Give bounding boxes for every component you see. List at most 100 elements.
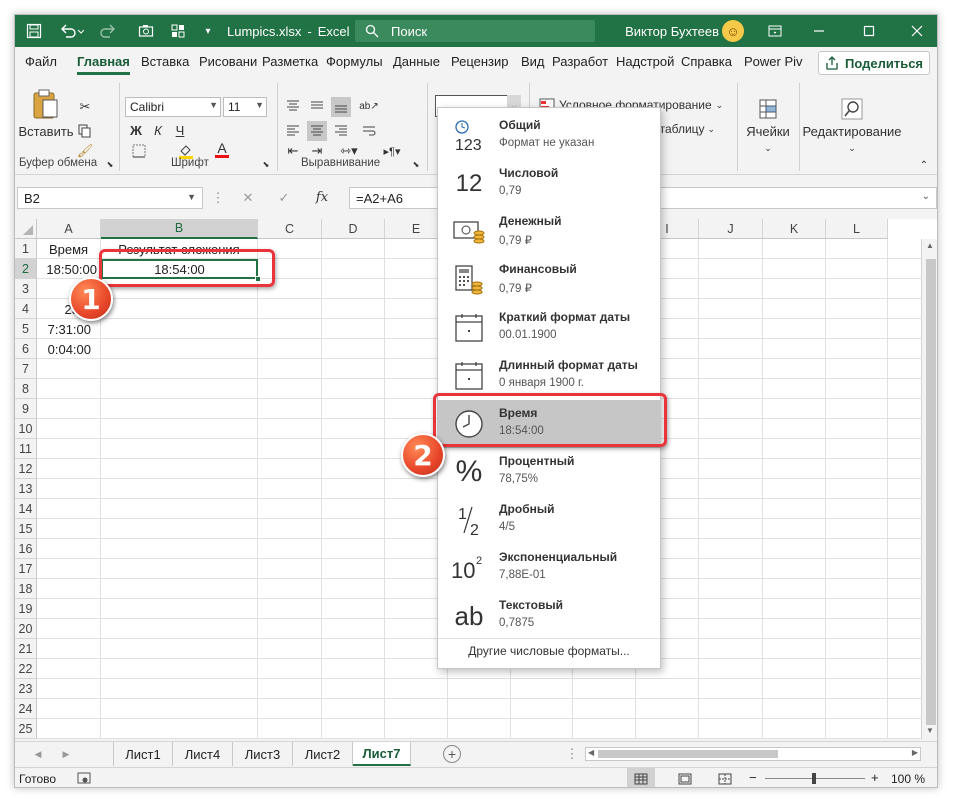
row-header-20[interactable]: 20 [15, 619, 37, 639]
format-as-table-button[interactable]: к таблицу ⌄ [651, 119, 727, 139]
name-box[interactable]: B2 ▼ [17, 187, 203, 209]
underline-button[interactable]: Ч [171, 121, 189, 139]
tab-file[interactable]: Файл [25, 54, 57, 69]
font-launcher-icon[interactable]: ⬊ [261, 159, 271, 169]
sheet-tab-2[interactable]: Лист2 [293, 742, 353, 766]
scroll-down-icon[interactable]: ▼ [926, 726, 934, 735]
scroll-left-icon[interactable]: ◀ [588, 748, 594, 757]
cell-a2[interactable]: 18:50:00 [37, 259, 100, 279]
zoom-out-icon[interactable]: − [749, 770, 757, 785]
camera-icon[interactable] [135, 15, 157, 47]
scroll-up-icon[interactable]: ▲ [926, 241, 934, 250]
scroll-right-icon[interactable]: ▶ [912, 748, 918, 757]
tab-draw[interactable]: Рисовани [199, 54, 257, 69]
paste-button[interactable]: Вставить [18, 83, 74, 143]
align-middle-icon[interactable] [307, 97, 327, 115]
clipboard-launcher-icon[interactable]: ⬊ [105, 159, 115, 169]
cell-a6[interactable]: 0:04:00 [37, 339, 100, 359]
format-option-fraction[interactable]: 12 Дробный 4/5 [438, 496, 660, 544]
align-top-icon[interactable] [283, 97, 303, 115]
format-option-percent[interactable]: % Процентный 78,75% [438, 448, 660, 496]
page-break-icon[interactable] [711, 768, 739, 787]
tab-power-pivot[interactable]: Power Piv [744, 54, 803, 69]
zoom-in-icon[interactable]: + [871, 770, 879, 785]
row-header-15[interactable]: 15 [15, 519, 37, 539]
cut-icon[interactable]: ✂ [75, 97, 95, 117]
cell-a1[interactable]: Время [37, 239, 100, 259]
undo-icon[interactable] [55, 15, 89, 47]
font-color-icon[interactable]: A [211, 141, 233, 159]
collapse-ribbon-icon[interactable]: ⌃ [917, 159, 931, 171]
row-header-13[interactable]: 13 [15, 479, 37, 499]
user-name[interactable]: Виктор Бухтеев [615, 15, 719, 47]
macro-record-icon[interactable] [77, 771, 91, 787]
maximize-icon[interactable] [855, 15, 883, 47]
format-option-accounting[interactable]: Финансовый 0,79 ₽ [438, 256, 660, 304]
row-header-7[interactable]: 7 [15, 359, 37, 379]
add-sheet-icon[interactable]: + [443, 745, 461, 763]
align-right-icon[interactable] [331, 121, 351, 141]
tab-home[interactable]: Главная [77, 54, 130, 75]
row-header-11[interactable]: 11 [15, 439, 37, 459]
row-header-21[interactable]: 21 [15, 639, 37, 659]
format-option-general[interactable]: 123 Общий Формат не указан [438, 112, 660, 160]
minimize-icon[interactable] [805, 15, 833, 47]
vertical-scrollbar[interactable]: ▲ ▼ [921, 239, 937, 739]
row-header-5[interactable]: 5 [15, 319, 37, 339]
format-option-text[interactable]: ab Текстовый 0,7875 [438, 592, 660, 640]
customize-toolbar-icon[interactable]: ▾ [199, 15, 217, 47]
hscroll-thumb[interactable] [598, 750, 778, 758]
search-box[interactable]: Поиск [355, 20, 595, 42]
prev-sheet-icon[interactable]: ◀ [31, 746, 45, 762]
tab-developer[interactable]: Разработ [552, 54, 608, 69]
tab-data[interactable]: Данные [393, 54, 440, 69]
sheet-tab-7-active[interactable]: Лист7 [353, 742, 411, 766]
zoom-level[interactable]: 100 % [891, 772, 925, 786]
align-bottom-icon[interactable] [331, 97, 351, 117]
tab-formulas[interactable]: Формулы [326, 54, 383, 69]
column-header-a[interactable]: A [37, 219, 101, 239]
tab-addins[interactable]: Надстрой [616, 54, 674, 69]
column-header-l[interactable]: L [826, 219, 888, 239]
align-left-icon[interactable] [283, 121, 303, 141]
tab-view[interactable]: Вид [521, 54, 545, 69]
column-header-c[interactable]: C [258, 219, 322, 239]
normal-view-icon[interactable] [627, 768, 655, 787]
row-header-25[interactable]: 25 [15, 719, 37, 739]
row-header-16[interactable]: 16 [15, 539, 37, 559]
more-number-formats-link[interactable]: Другие числовые форматы... [438, 644, 660, 658]
next-sheet-icon[interactable]: ▶ [59, 746, 73, 762]
column-header-b[interactable]: B [101, 219, 258, 239]
avatar[interactable]: ☺ [722, 20, 744, 42]
sheet-tab-3[interactable]: Лист3 [233, 742, 293, 766]
italic-button[interactable]: К [149, 121, 167, 139]
format-option-currency[interactable]: Денежный 0,79 ₽ [438, 208, 660, 256]
horizontal-scrollbar[interactable]: ◀ ▶ [585, 747, 921, 761]
sheet-tab-1[interactable]: Лист1 [113, 742, 173, 766]
font-name-select[interactable]: Calibri ▼ [125, 97, 221, 117]
redo-icon[interactable] [97, 15, 119, 47]
orientation-icon[interactable]: ab↗ [359, 95, 379, 117]
row-header-23[interactable]: 23 [15, 679, 37, 699]
wrap-text-icon[interactable] [359, 121, 379, 141]
row-header-19[interactable]: 19 [15, 599, 37, 619]
select-all-corner[interactable] [15, 219, 37, 239]
column-header-k[interactable]: K [763, 219, 826, 239]
format-option-short-date[interactable]: Краткий формат даты 00.01.1900 [438, 304, 660, 352]
enter-icon[interactable]: ✓ [275, 189, 293, 207]
row-header-8[interactable]: 8 [15, 379, 37, 399]
column-header-d[interactable]: D [322, 219, 385, 239]
save-icon[interactable] [23, 15, 45, 47]
row-header-1[interactable]: 1 [15, 239, 37, 259]
decrease-indent-icon[interactable]: ⇤ [283, 143, 303, 159]
sheet-tab-4[interactable]: Лист4 [173, 742, 233, 766]
share-button[interactable]: Поделиться [818, 51, 930, 75]
bold-button[interactable]: Ж [127, 121, 145, 139]
row-header-12[interactable]: 12 [15, 459, 37, 479]
tab-insert[interactable]: Вставка [141, 54, 189, 69]
row-header-17[interactable]: 17 [15, 559, 37, 579]
format-option-scientific[interactable]: 10 2 Экспоненциальный 7,88E-01 [438, 544, 660, 592]
row-header-18[interactable]: 18 [15, 579, 37, 599]
cells-button[interactable]: Ячейки ⌄ [743, 91, 793, 161]
row-header-14[interactable]: 14 [15, 499, 37, 519]
